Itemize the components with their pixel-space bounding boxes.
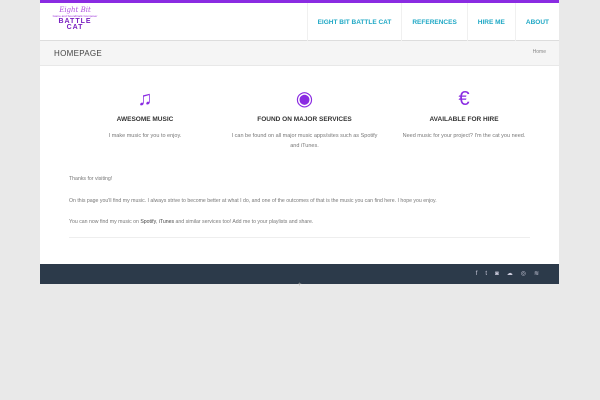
feature-text: I make music for you to enjoy.: [108, 133, 182, 139]
nav-eight-bit-battle-cat[interactable]: EIGHT BIT BATTLE CAT: [306, 3, 402, 41]
paragraph: On this page you'll find my music. I alw…: [69, 197, 437, 204]
rss-icon[interactable]: ≋: [534, 270, 539, 277]
itunes-link[interactable]: iTunes: [159, 219, 174, 225]
nav-hire-me[interactable]: HIRE ME: [466, 3, 515, 41]
page-title: HOMEPAGE: [54, 49, 103, 58]
title-bar: HOMEPAGE Home: [40, 41, 559, 66]
feature-title: AWESOME MUSIC: [116, 116, 174, 123]
footer: f t ◙ ☁ ◎ ≋: [40, 263, 559, 284]
text: and similar services too! Add me to your…: [174, 219, 314, 225]
plus-icon: +: [298, 282, 302, 288]
euro-icon: €: [458, 88, 470, 110]
main-nav: EIGHT BIT BATTLE CAT REFERENCES HIRE ME …: [306, 3, 559, 41]
feature-awesome-music: ♫ AWESOME MUSIC I make music for you to en…: [70, 88, 220, 176]
feature-hire: € AVAILABLE FOR HIRE Need music for your p…: [389, 88, 539, 176]
site-logo[interactable]: Eight Bit Game and Soundtrack Composer B…: [50, 7, 100, 39]
main-content: Thanks for visiting! On this page you'll…: [40, 176, 559, 225]
site-header: Eight Bit Game and Soundtrack Composer B…: [40, 0, 559, 41]
feature-text: Need music for your project? I'm the cat…: [402, 133, 526, 139]
feature-major-services: ◉ FOUND ON MAJOR SERVICES I can be found o…: [230, 88, 380, 176]
logo-text: CAT: [66, 24, 84, 31]
features: ♫ AWESOME MUSIC I make music for you to en…: [40, 66, 559, 176]
page-container: Eight Bit Game and Soundtrack Composer B…: [40, 0, 559, 284]
dribbble-icon[interactable]: ◎: [521, 270, 526, 277]
paragraph: Thanks for visiting!: [69, 176, 113, 182]
feature-title: FOUND ON MAJOR SERVICES: [257, 116, 352, 123]
paragraph: You can now find my music on Spotify, iT…: [69, 219, 530, 225]
spotify-link[interactable]: Spotify: [140, 219, 155, 225]
music-note-icon: ♫: [137, 88, 153, 110]
feature-title: AVAILABLE FOR HIRE: [429, 116, 499, 123]
divider: [69, 236, 530, 238]
breadcrumb-home[interactable]: Home: [533, 49, 546, 55]
text: You can now find my music on: [69, 219, 141, 225]
facebook-icon[interactable]: f: [476, 271, 478, 277]
nav-about[interactable]: ABOUT: [514, 3, 559, 41]
soundcloud-icon[interactable]: ☁: [507, 270, 513, 277]
twitter-icon[interactable]: t: [485, 271, 487, 277]
nav-references[interactable]: REFERENCES: [401, 3, 466, 41]
spotify-icon: ◉: [295, 88, 314, 110]
instagram-icon[interactable]: ◙: [495, 271, 499, 277]
feature-text: I can be found on all major music apps/s…: [231, 133, 378, 149]
